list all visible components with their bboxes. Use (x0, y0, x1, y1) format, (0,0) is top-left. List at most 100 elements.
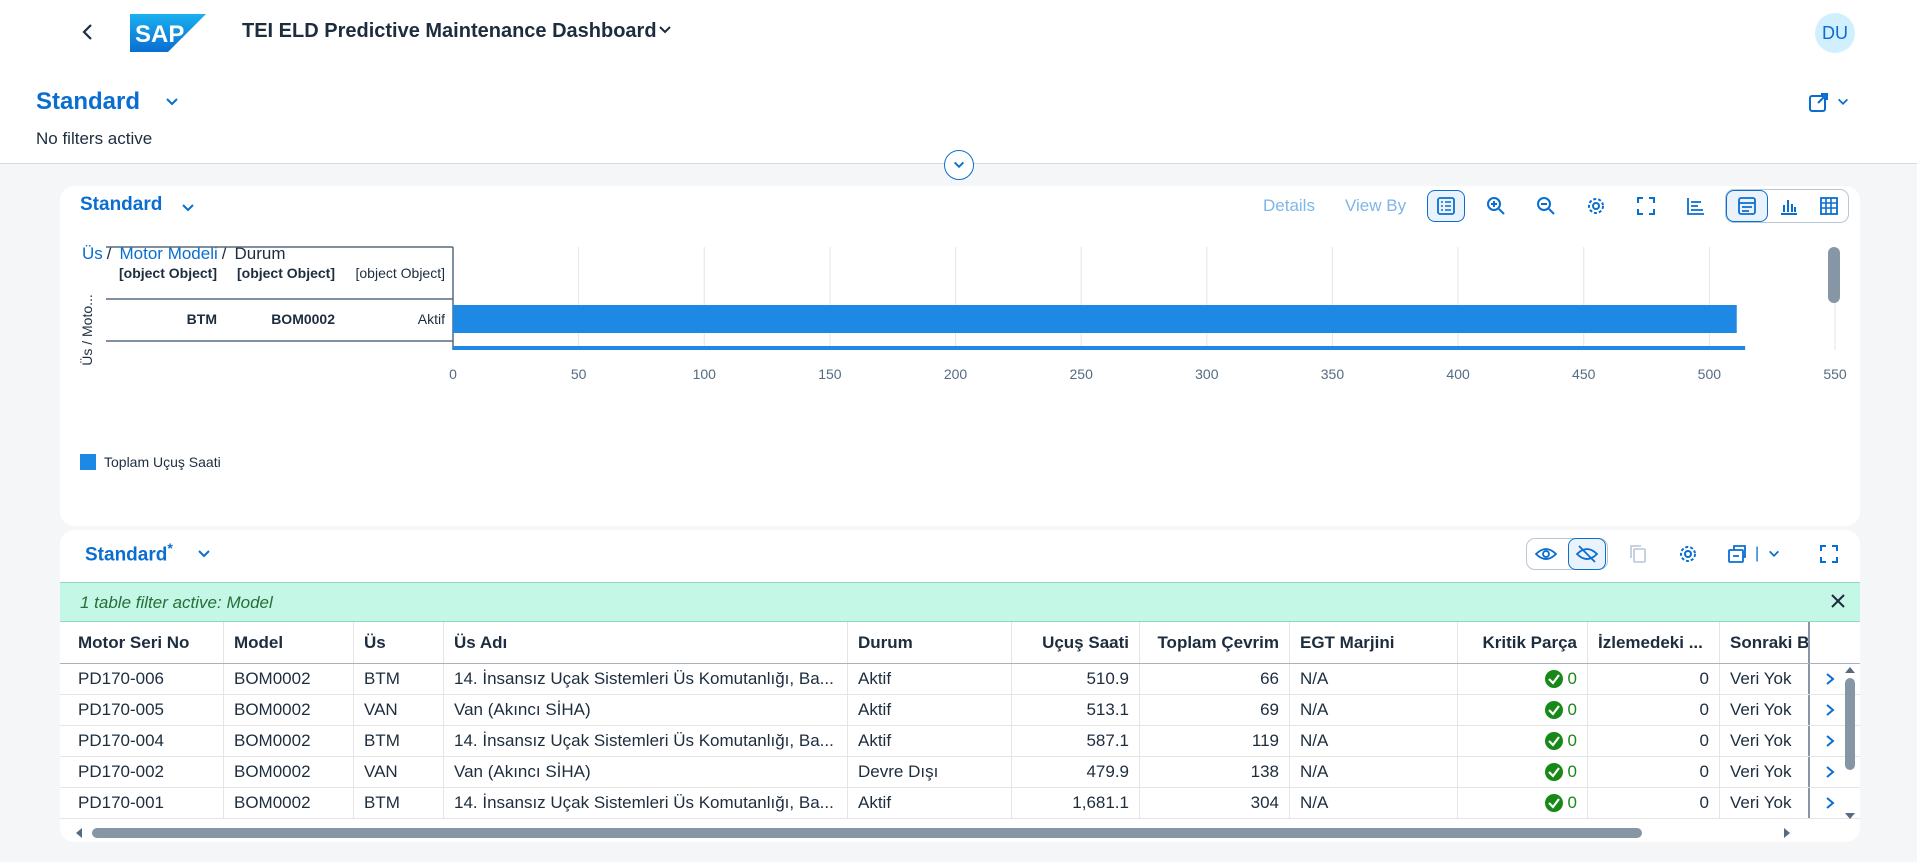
table-row[interactable]: PD170-004 BOM0002 BTM 14. İnsansız Uçak Sis… (60, 726, 1860, 757)
filter-status-text: No filters active (36, 129, 153, 148)
x-tick-label: 150 (818, 366, 842, 382)
share-button[interactable] (1808, 88, 1860, 116)
cell-toplam-cevrim: 138 (1140, 757, 1290, 787)
chevron-right-icon (1826, 704, 1835, 716)
cell-durum: Aktif (848, 726, 1012, 756)
column-header-kritik-parca[interactable]: Kritik Parça (1458, 622, 1588, 663)
data-table: Motor Seri No Model Üs Üs Adı Durum Uçuş… (60, 622, 1860, 822)
row-label-durum: Aktif (418, 311, 445, 327)
show-button[interactable] (1527, 538, 1565, 570)
cell-us-adi: Van (Akıncı SİHA) (444, 695, 848, 725)
details-button[interactable]: Details (1263, 196, 1315, 216)
cell-model: BOM0002 (224, 757, 354, 787)
cell-durum: Aktif (848, 788, 1012, 818)
column-header-izlemedeki[interactable]: İzlemedeki ... (1588, 622, 1720, 663)
chart-card: Standard Details View By Üs / Motor Modeli… (60, 186, 1860, 526)
cell-durum: Aktif (848, 664, 1012, 694)
fullscreen-button[interactable] (1627, 190, 1665, 222)
cell-ucus-saati: 587.1 (1012, 726, 1140, 756)
table-row[interactable]: PD170-006 BOM0002 BTM 14. İnsansız Uçak Sis… (60, 664, 1860, 695)
cell-sonraki-bakim: Veri Yok (1720, 695, 1810, 725)
critical-part-count: 0 (1567, 762, 1577, 781)
copy-button[interactable] (1619, 538, 1657, 570)
shell-bar: SAP TEI ELD Predictive Maintenance Dashb… (0, 0, 1917, 64)
chart-legend: Toplam Uçuş Saati (80, 454, 221, 470)
table-row[interactable]: PD170-005 BOM0002 VAN Van (Akıncı SİHA) Akti… (60, 695, 1860, 726)
zoom-out-button[interactable] (1527, 190, 1565, 222)
table-settings-button[interactable] (1669, 538, 1707, 570)
cell-toplam-cevrim: 66 (1140, 664, 1290, 694)
chart-view-button[interactable] (1770, 190, 1808, 222)
chart-bar[interactable] (453, 305, 1737, 333)
row-label-us: BTM (187, 311, 217, 327)
view-by-button[interactable]: View By (1345, 196, 1406, 216)
cell-durum: Devre Dışı (848, 757, 1012, 787)
critical-part-count: 0 (1567, 793, 1577, 812)
cell-us-adi: 14. İnsansız Uçak Sistemleri Üs Komutanl… (444, 726, 848, 756)
table-row[interactable]: PD170-001 BOM0002 BTM 14. İnsansız Uçak Sis… (60, 788, 1860, 819)
chart-vertical-scrollbar[interactable] (1828, 247, 1840, 303)
table-view-button[interactable] (1810, 190, 1848, 222)
column-header-toplam-cevrim[interactable]: Toplam Çevrim (1140, 622, 1290, 663)
y-axis-title: Üs / Moto... (78, 294, 95, 366)
export-icon (1728, 545, 1746, 563)
chevron-down-icon (1838, 98, 1848, 105)
table-vertical-scrollbar[interactable] (1840, 664, 1860, 822)
cell-izlemedeki: 0 (1588, 726, 1720, 756)
hide-button[interactable] (1568, 538, 1606, 570)
column-header-egt-marjini[interactable]: EGT Marjini (1290, 622, 1458, 663)
cell-kritik-parca: 0 (1458, 788, 1588, 818)
column-header-durum[interactable]: Durum (848, 622, 1012, 663)
cell-sonraki-bakim: Veri Yok (1720, 726, 1810, 756)
chevron-right-icon (1826, 797, 1835, 809)
chart-table-view-button[interactable] (1726, 190, 1768, 222)
critical-part-status: 0 (1544, 731, 1577, 751)
cell-kritik-parca: 0 (1458, 664, 1588, 694)
filter-info-strip: 1 table filter active: Model (60, 582, 1860, 622)
sort-button[interactable] (1677, 190, 1715, 222)
cell-motor-seri-no: PD170-001 (60, 788, 224, 818)
column-header-us-adi[interactable]: Üs Adı (444, 622, 848, 663)
chevron-down-icon[interactable] (180, 200, 196, 221)
column-header-us[interactable]: Üs (354, 622, 444, 663)
close-icon[interactable] (1828, 591, 1848, 616)
cell-toplam-cevrim: 304 (1140, 788, 1290, 818)
variant-modified-marker: * (167, 540, 173, 556)
cell-ucus-saati: 1,681.1 (1012, 788, 1140, 818)
chevron-down-icon[interactable] (657, 22, 673, 43)
chart-variant-title[interactable]: Standard (80, 194, 162, 216)
x-tick-label: 50 (571, 366, 587, 382)
cell-us-adi: 14. İnsansız Uçak Sistemleri Üs Komutanl… (444, 664, 848, 694)
gear-icon (1588, 198, 1604, 214)
cell-us-adi: 14. İnsansız Uçak Sistemleri Üs Komutanl… (444, 788, 848, 818)
cell-ucus-saati: 510.9 (1012, 664, 1140, 694)
column-header-motor-seri-no[interactable]: Motor Seri No (60, 622, 224, 663)
column-header-sonraki-bakim[interactable]: Sonraki Ba (1720, 622, 1810, 663)
app-title[interactable]: TEI ELD Predictive Maintenance Dashboard (242, 20, 657, 43)
back-button[interactable] (74, 18, 102, 46)
table-horizontal-scrollbar[interactable] (60, 822, 1860, 842)
bar-chart-icon (1781, 200, 1797, 215)
table-variant-title[interactable]: Standard* (85, 540, 173, 566)
settings-button[interactable] (1577, 190, 1615, 222)
column-header-model[interactable]: Model (224, 622, 354, 663)
column-header-ucus-saati[interactable]: Uçuş Saati (1012, 622, 1140, 663)
chevron-down-icon (1769, 550, 1780, 557)
eye-off-icon (1576, 545, 1598, 563)
sap-logo[interactable]: SAP (130, 14, 206, 52)
table-fullscreen-button[interactable] (1810, 538, 1848, 570)
user-avatar[interactable]: DU (1815, 13, 1855, 53)
cell-us: VAN (354, 757, 444, 787)
cell-izlemedeki: 0 (1588, 664, 1720, 694)
legend-toggle-button[interactable] (1427, 190, 1465, 222)
cell-izlemedeki: 0 (1588, 757, 1720, 787)
variant-management-title[interactable]: Standard (36, 88, 140, 116)
chevron-down-icon[interactable] (196, 546, 212, 567)
table-row[interactable]: PD170-002 BOM0002 VAN Van (Akıncı SİHA) Devr… (60, 757, 1860, 788)
collapse-header-button[interactable] (944, 150, 974, 180)
zoom-in-button[interactable] (1477, 190, 1515, 222)
export-button[interactable]: | (1719, 538, 1787, 570)
bar-chart: Üs / Moto... [object Object] [object Obj… (78, 246, 1847, 382)
chevron-right-icon (1826, 673, 1835, 685)
chevron-down-icon[interactable] (164, 94, 180, 115)
